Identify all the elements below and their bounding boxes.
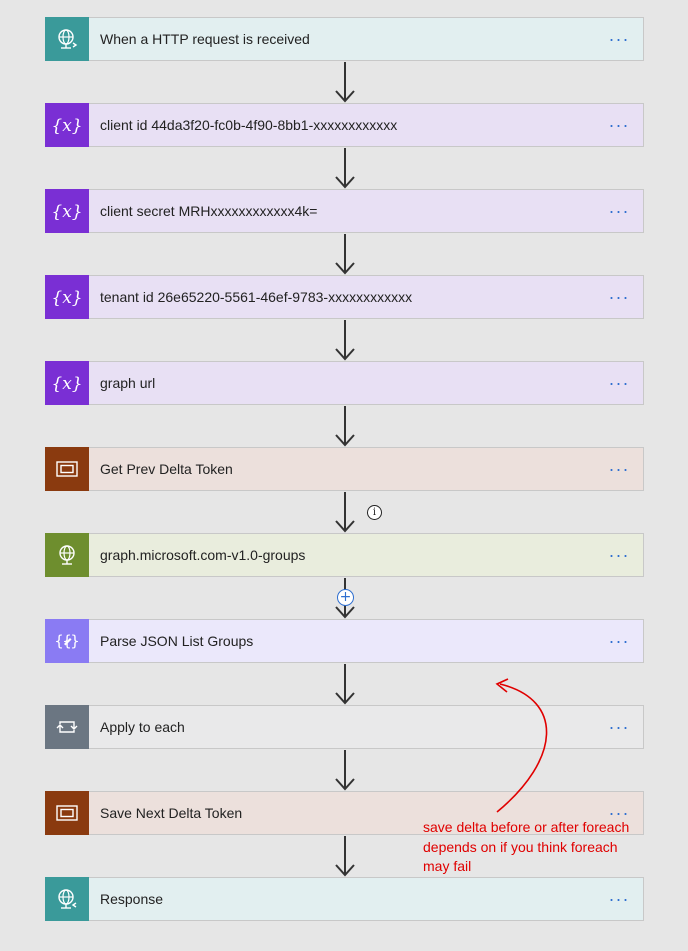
parse-json-icon: { } { xyxy=(54,632,80,650)
http-request-globe-icon xyxy=(58,28,78,49)
svg-text:}: } xyxy=(70,632,80,650)
step-icon-box xyxy=(45,16,89,61)
step-icon-box xyxy=(45,876,89,921)
loop-icon xyxy=(56,720,78,733)
svg-text:{x}: {x} xyxy=(52,288,82,308)
step-card-parse-json[interactable]: { } { Parse JSON List Groups ··· xyxy=(45,618,644,663)
step-icon-box xyxy=(45,446,89,491)
step-label: client id 44da3f20-fc0b-4f90-8bb1-xxxxxx… xyxy=(100,117,398,133)
more-options-button[interactable]: ··· xyxy=(605,890,633,908)
variable-icon: {x} xyxy=(52,374,82,394)
annotation-line: save delta before or after foreach xyxy=(423,819,630,835)
step-icon-box: {x} xyxy=(45,274,89,319)
step-icon-box: { } { xyxy=(45,618,89,663)
step-card-http-request[interactable]: When a HTTP request is received ··· xyxy=(45,16,644,61)
response-globe-icon xyxy=(58,888,77,909)
annotation-note: save delta before or after foreach depen… xyxy=(423,818,653,877)
step-icon-box: {x} xyxy=(45,188,89,233)
step-icon-box xyxy=(45,790,89,835)
svg-text:{x}: {x} xyxy=(52,202,82,222)
info-icon[interactable]: i xyxy=(367,505,382,520)
annotation-line: depends on if you think foreach xyxy=(423,838,618,855)
step-card-get-prev-delta-token[interactable]: Get Prev Delta Token ··· xyxy=(45,446,644,491)
annotation-line: may fail xyxy=(423,858,472,874)
step-label: Response xyxy=(100,891,164,907)
step-card-graph-groups[interactable]: graph.microsoft.com-v1.0-groups ··· xyxy=(45,532,644,577)
step-label: graph url xyxy=(100,375,156,391)
step-card-tenant-id[interactable]: {x} tenant id 26e65220-5561-46ef-9783-xx… xyxy=(45,274,644,319)
variable-icon: {x} xyxy=(52,116,82,136)
step-label: When a HTTP request is received xyxy=(100,31,310,47)
svg-text:{x}: {x} xyxy=(52,116,82,136)
step-label: Parse JSON List Groups xyxy=(100,633,254,649)
svg-text:{x}: {x} xyxy=(52,374,82,394)
step-card-client-id[interactable]: {x} client id 44da3f20-fc0b-4f90-8bb1-xx… xyxy=(45,102,644,147)
more-options-button[interactable]: ··· xyxy=(605,374,633,392)
more-options-button[interactable]: ··· xyxy=(605,718,633,736)
step-card-graph-url[interactable]: {x} graph url ··· xyxy=(45,360,644,405)
step-icon-box: {x} xyxy=(45,102,89,147)
step-card-client-secret[interactable]: {x} client secret MRHxxxxxxxxxxxx4k= ··· xyxy=(45,188,644,233)
more-options-button[interactable]: ··· xyxy=(605,30,633,48)
step-label: Get Prev Delta Token xyxy=(100,461,233,477)
add-step-icon[interactable]: + xyxy=(337,589,354,606)
more-options-button[interactable]: ··· xyxy=(605,632,633,650)
step-card-apply-to-each[interactable]: Apply to each ··· xyxy=(45,704,644,749)
step-card-response[interactable]: Response ··· xyxy=(45,876,644,921)
connector-arrow xyxy=(343,62,347,103)
more-options-button[interactable]: ··· xyxy=(605,460,633,478)
more-options-button[interactable]: ··· xyxy=(605,288,633,306)
http-globe-icon xyxy=(59,544,75,565)
step-label: tenant id 26e65220-5561-46ef-9783-xxxxxx… xyxy=(100,289,413,305)
compose-icon xyxy=(56,804,78,821)
variable-icon: {x} xyxy=(52,288,82,308)
step-label: client secret MRHxxxxxxxxxxxx4k= xyxy=(100,203,318,219)
variable-icon: {x} xyxy=(52,202,82,222)
more-options-button[interactable]: ··· xyxy=(605,116,633,134)
step-icon-box xyxy=(45,532,89,577)
step-label: Apply to each xyxy=(100,719,185,735)
more-options-button[interactable]: ··· xyxy=(605,546,633,564)
compose-icon xyxy=(56,460,78,477)
svg-text:{: { xyxy=(54,632,64,650)
step-label: graph.microsoft.com-v1.0-groups xyxy=(100,547,306,563)
step-icon-box xyxy=(45,704,89,749)
step-icon-box: {x} xyxy=(45,360,89,405)
more-options-button[interactable]: ··· xyxy=(605,202,633,220)
